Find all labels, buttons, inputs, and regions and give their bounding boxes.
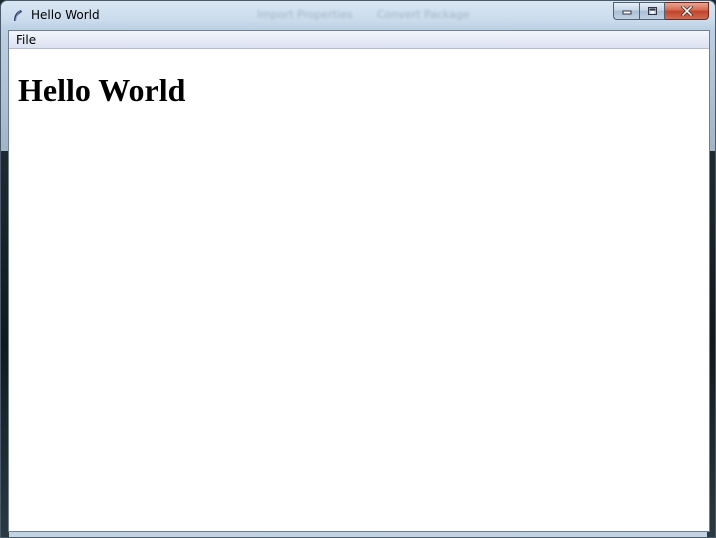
content-area: Hello World <box>9 49 709 531</box>
app-feather-icon[interactable] <box>11 9 25 23</box>
caption-buttons <box>613 2 709 20</box>
app-window: Hello World Import Properties Convert Pa… <box>0 0 716 538</box>
page-heading: Hello World <box>18 72 186 108</box>
close-icon <box>680 6 693 16</box>
minimize-button[interactable] <box>613 2 639 20</box>
menu-file[interactable]: File <box>16 33 36 47</box>
ghost-taskbar-item: Import Properties <box>257 8 353 21</box>
maximize-icon <box>647 7 657 15</box>
title-bar[interactable]: Hello World Import Properties Convert Pa… <box>1 1 715 29</box>
minimize-icon <box>622 10 631 15</box>
menu-bar: File <box>9 31 709 49</box>
window-title: Hello World <box>31 8 100 22</box>
client-area: File Hello World <box>8 30 710 532</box>
close-button[interactable] <box>665 2 709 20</box>
ghost-taskbar-item: Convert Package <box>377 8 470 21</box>
maximize-button[interactable] <box>639 2 665 20</box>
